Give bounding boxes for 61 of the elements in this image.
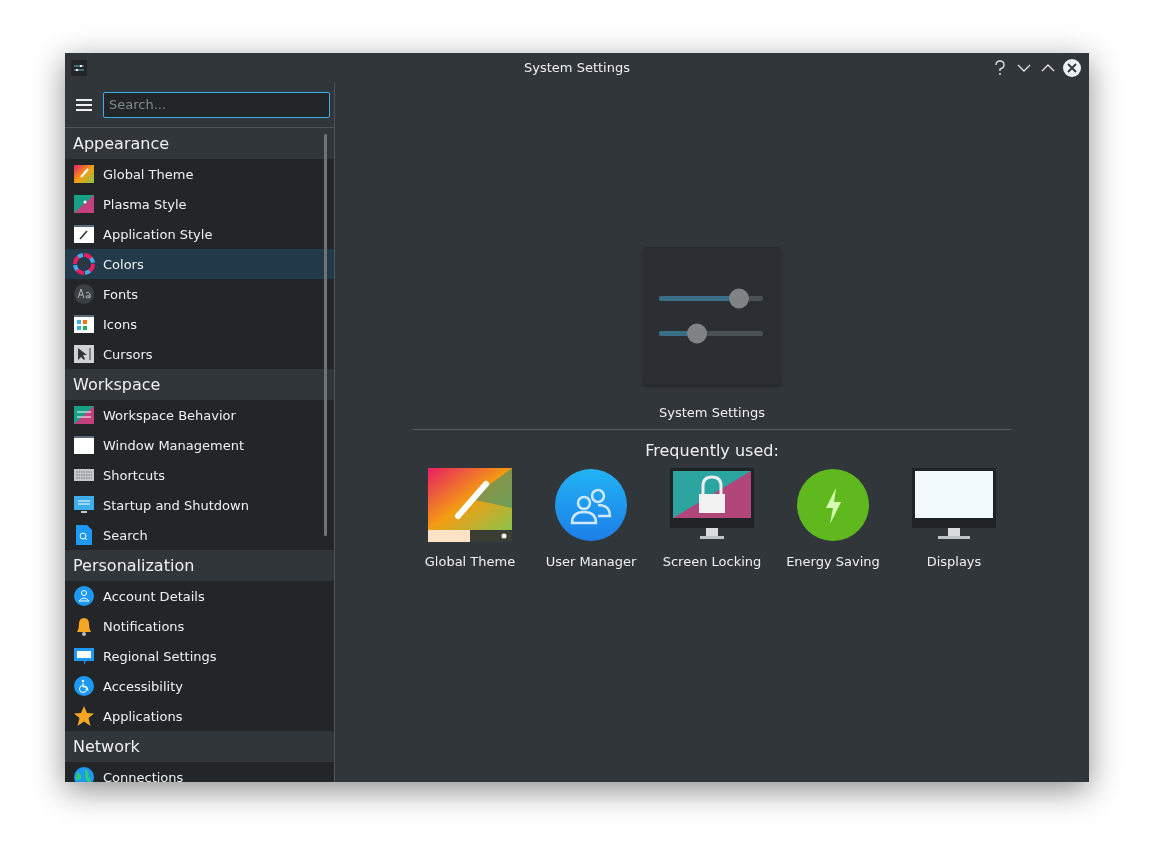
category-header: Network <box>65 731 334 762</box>
section-title: Frequently used: <box>645 441 779 460</box>
globe-icon <box>73 766 95 782</box>
search-document-icon <box>73 524 95 546</box>
sidebar-item-label: Account Details <box>103 588 205 604</box>
speech-bubble-icon <box>73 645 95 667</box>
shortcut-label[interactable]: Energy Saving <box>786 554 880 569</box>
icon-grid-icon <box>73 313 95 335</box>
monitor-lock-icon[interactable] <box>670 468 754 542</box>
window-icon <box>73 434 95 456</box>
sidebar-item-label: Shortcuts <box>103 467 166 483</box>
workspace-behavior-icon <box>73 404 95 426</box>
sidebar-item-label: Cursors <box>103 346 153 362</box>
sidebar-item-label: Accessibility <box>103 678 183 694</box>
users-icon[interactable] <box>554 468 628 542</box>
window-title: System Settings <box>524 60 630 75</box>
sidebar-item-label: Search <box>103 527 148 543</box>
palette-brush-icon <box>73 163 95 185</box>
category-header: Workspace <box>65 369 334 400</box>
shortcut-label[interactable]: Global Theme <box>424 554 516 569</box>
sidebar-item-label: Applications <box>103 708 183 724</box>
category-header: Personalization <box>65 550 334 581</box>
window-brush-icon <box>73 223 95 245</box>
monitor-icon <box>73 494 95 516</box>
sidebar-item[interactable]: Colors <box>65 249 334 279</box>
sidebar-item-label: Startup and Shutdown <box>103 497 249 513</box>
cursor-icon <box>73 343 95 365</box>
monitor-icon[interactable] <box>912 468 996 542</box>
sliders-icon <box>71 59 87 76</box>
lightning-icon[interactable] <box>796 468 870 542</box>
app-caption: System Settings <box>659 405 765 420</box>
sidebar-item-label: Notifications <box>103 618 185 634</box>
chevron-down-icon <box>1017 62 1031 73</box>
category-header: Appearance <box>65 128 334 159</box>
sidebar-item-label: Global Theme <box>103 166 194 182</box>
sidebar-item-label: Workspace Behavior <box>103 407 236 423</box>
sidebar-item-label: Colors <box>103 256 144 272</box>
sidebar-item-label: Fonts <box>103 286 139 302</box>
search-field[interactable]: Search... <box>103 91 330 118</box>
close-button[interactable] <box>1061 56 1083 79</box>
sidebar-item-label: Application Style <box>103 226 213 242</box>
close-icon <box>1062 57 1082 78</box>
palette-brush-icon[interactable] <box>428 468 512 542</box>
plasma-style-icon <box>73 193 95 215</box>
shortcut-label[interactable]: Displays <box>926 554 982 569</box>
sidebar-item-label: Connections <box>103 769 184 782</box>
color-wheel-icon <box>73 253 95 275</box>
shortcut-label[interactable]: User Manager <box>545 554 637 569</box>
wheelchair-icon <box>73 675 95 697</box>
scrollbar[interactable] <box>324 134 327 536</box>
star-icon <box>73 705 95 727</box>
sidebar-item-label: Regional Settings <box>103 648 217 664</box>
question-mark-icon <box>994 59 1006 76</box>
sidebar-item-label: Icons <box>103 316 137 332</box>
font-icon <box>73 283 95 305</box>
shortcut-label[interactable]: Screen Locking <box>662 554 762 569</box>
chevron-up-icon <box>1041 62 1055 73</box>
sliders-icon <box>659 286 765 346</box>
sidebar-item-label: Window Management <box>103 437 245 453</box>
user-icon <box>73 585 95 607</box>
sidebar-item-label: Plasma Style <box>103 196 187 212</box>
